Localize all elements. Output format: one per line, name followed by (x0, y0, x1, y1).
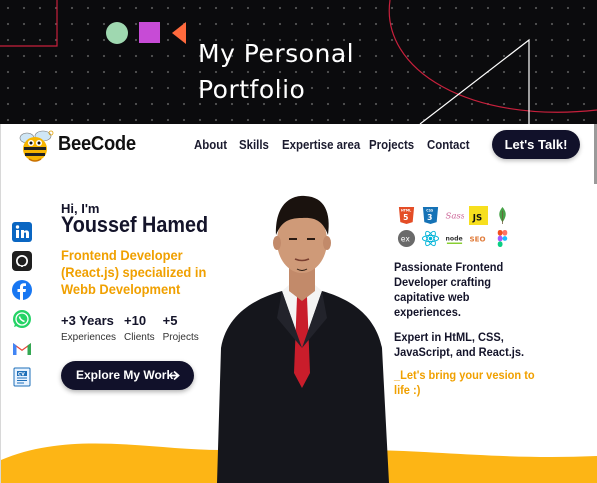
expertise-text: Expert in HtML, CSS, JavaScript, and Rea… (394, 330, 525, 359)
tech-row: HTML 5 CSS 3 Sass JS (397, 206, 527, 225)
arrow-right-icon (168, 370, 180, 381)
react-icon (421, 230, 440, 247)
explore-button-label: Explore My Work (76, 368, 174, 382)
svg-text:CSS: CSS (426, 208, 434, 212)
seo-icon: SEO (469, 234, 485, 243)
gmail-icon[interactable] (12, 338, 32, 358)
banner-title: My Personal Portfolio (198, 39, 355, 104)
css3-icon: CSS 3 (422, 206, 439, 225)
tech-row: ex node SEO (397, 229, 527, 248)
svg-text:SEO: SEO (469, 234, 485, 243)
brand-name[interactable]: BeeCode (58, 133, 136, 156)
sass-icon: Sass (445, 211, 464, 221)
linkedin-icon[interactable] (12, 222, 32, 242)
stat-label: Clients (124, 332, 155, 343)
express-icon: ex (397, 229, 416, 248)
github-icon[interactable] (12, 251, 32, 271)
svg-text:CV: CV (18, 371, 25, 377)
nav-expertise-area[interactable]: Expertise area (282, 137, 360, 152)
nav-projects[interactable]: Projects (369, 137, 414, 152)
stat-experience: +3 Years Experiences (61, 313, 116, 343)
about-text: Passionate Frontend Developer crafting c… (394, 260, 504, 319)
navbar: BeeCode About Skills Expertise area Proj… (1, 124, 597, 168)
social-links: CV (12, 222, 34, 396)
circle-shape (106, 22, 128, 44)
nav-skills[interactable]: Skills (239, 137, 269, 152)
developer-portrait (217, 195, 389, 483)
figma-icon (497, 229, 508, 248)
cta-text: _Let's bring your vesion to life :) (394, 368, 535, 397)
stat-label: Projects (162, 332, 199, 343)
stat-projects: +5 Projects (163, 313, 199, 343)
nav-links: About Skills Expertise area Projects Con… (194, 137, 475, 152)
svg-text:JS: JS (472, 214, 482, 224)
svg-text:3: 3 (427, 213, 432, 222)
svg-text:node: node (445, 235, 462, 242)
mongodb-icon (499, 206, 506, 225)
stats: +3 Years Experiences +10 Clients +5 Proj… (61, 313, 199, 343)
svg-text:ex: ex (401, 234, 411, 243)
bee-logo-icon[interactable] (15, 128, 55, 164)
whatsapp-icon[interactable] (12, 309, 32, 329)
stat-label: Experiences (61, 332, 117, 343)
cv-icon[interactable]: CV (12, 367, 32, 387)
stat-clients: +10 Clients (124, 313, 155, 343)
lets-talk-button[interactable]: Let's Talk! (492, 130, 580, 159)
banner-shapes (106, 22, 186, 44)
portfolio-banner: My Personal Portfolio (0, 0, 597, 124)
square-shape (139, 22, 160, 43)
svg-text:Sass: Sass (445, 211, 464, 221)
triangle-shape (172, 22, 186, 44)
svg-text:5: 5 (403, 213, 408, 222)
website-preview: BeeCode About Skills Expertise area Proj… (0, 124, 597, 483)
svg-text:HTML: HTML (401, 208, 411, 212)
nav-about[interactable]: About (194, 137, 227, 152)
stat-number: +3 Years (61, 313, 114, 328)
developer-name: Youssef Hamed (61, 212, 209, 237)
tech-stack: HTML 5 CSS 3 Sass JS ex node SEO (397, 206, 527, 252)
stat-number: +10 (124, 313, 147, 328)
nodejs-icon: node (445, 235, 463, 244)
facebook-icon[interactable] (12, 280, 32, 300)
developer-role: Frontend Developer (React.js) specialize… (61, 247, 207, 297)
explore-my-work-button[interactable]: Explore My Work (61, 361, 194, 390)
stat-number: +5 (162, 313, 178, 328)
html5-icon: HTML 5 (398, 206, 415, 225)
nav-contact[interactable]: Contact (427, 137, 470, 152)
javascript-icon: JS (469, 206, 488, 225)
